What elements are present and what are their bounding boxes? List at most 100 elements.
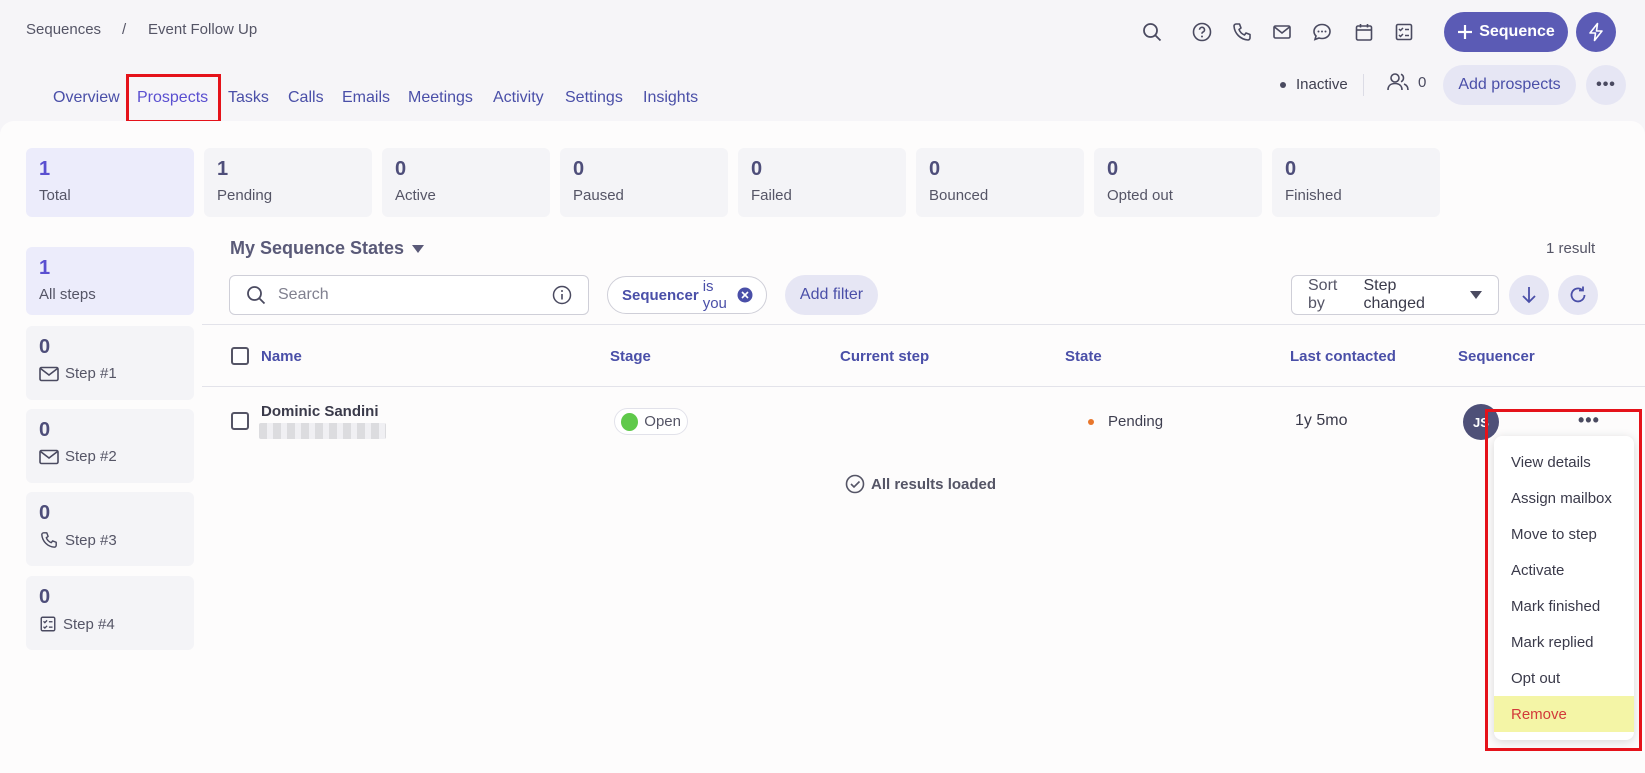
sequence-status[interactable]: Inactive [1280,76,1348,93]
tab-meetings[interactable]: Meetings [408,89,473,107]
summary-card-value: 0 [1285,158,1297,180]
mail-icon [39,366,59,382]
summary-card-pending[interactable]: 1 Pending [204,148,372,217]
sort-value: Step changed [1363,277,1425,312]
more-options-button[interactable]: ••• [1586,65,1626,105]
step-card-4[interactable]: 0 Step #4 [26,576,194,650]
last-contacted-cell: 1y 5mo [1295,412,1348,429]
highlight-box-prospects-tab [126,74,221,123]
checklist-icon[interactable] [1392,20,1416,44]
breadcrumb-root[interactable]: Sequences [26,21,101,38]
table-header-border [202,386,1645,387]
step-card-label: Step #2 [39,448,181,465]
sort-direction-button[interactable] [1509,275,1549,315]
tab-activity[interactable]: Activity [493,89,544,107]
owners-count-value: 0 [1418,73,1427,91]
new-sequence-label: Sequence [1479,23,1555,40]
summary-card-label: Paused [573,187,624,204]
summary-card-label: Bounced [929,187,989,204]
status-label: Inactive [1296,76,1348,93]
select-all-checkbox[interactable] [231,347,249,365]
breadcrumb-current: Event Follow Up [148,21,258,38]
sort-prefix: Sort by [1308,277,1338,312]
column-header-last-contacted[interactable]: Last contacted [1290,348,1396,365]
summary-card-value: 1 [217,158,229,180]
summary-card-opted-out[interactable]: 0 Opted out [1094,148,1262,217]
step-card-value: 0 [39,336,51,358]
prospect-email-redacted [259,423,386,439]
people-icon [1386,72,1410,92]
mail-icon[interactable] [1270,20,1294,44]
step-card-value: 0 [39,502,51,524]
info-icon[interactable] [552,285,572,305]
owners-count[interactable]: 0 [1386,72,1426,92]
summary-card-label: Total [39,187,71,204]
summary-card-total[interactable]: 1 Total [26,148,194,217]
search-icon [246,285,266,305]
step-card-label: Step #1 [39,365,181,382]
status-dot [1280,81,1286,88]
summary-card-value: 0 [395,158,407,180]
refresh-button[interactable] [1558,275,1598,315]
sort-select[interactable]: Sort by Step changed [1291,275,1499,315]
view-selector[interactable]: My Sequence States [230,238,425,259]
filter-chip-key: Sequencer [622,286,699,304]
search-icon[interactable] [1140,20,1164,44]
filter-chip-value: is you [702,278,727,312]
column-header-stage[interactable]: Stage [610,348,651,365]
step-card-all[interactable]: 1 All steps [26,247,194,315]
help-icon[interactable] [1190,20,1214,44]
summary-card-label: Active [395,187,436,204]
summary-card-bounced[interactable]: 0 Bounced [916,148,1084,217]
summary-card-value: 1 [39,158,51,180]
search-box[interactable] [229,275,589,315]
column-header-name[interactable]: Name [261,348,302,365]
tab-emails[interactable]: Emails [342,89,390,107]
step-card-value: 0 [39,586,51,608]
add-prospects-button[interactable]: Add prospects [1443,65,1576,105]
column-header-current-step[interactable]: Current step [840,348,929,365]
check-circle-icon [845,474,865,494]
summary-card-failed[interactable]: 0 Failed [738,148,906,217]
summary-card-label: Failed [751,187,792,204]
step-card-3[interactable]: 0 Step #3 [26,492,194,566]
bolt-button[interactable] [1576,12,1616,52]
state-dot [1088,418,1094,425]
step-card-value: 0 [39,419,51,441]
summary-card-value: 0 [751,158,763,180]
summary-card-finished[interactable]: 0 Finished [1272,148,1440,217]
summary-card-active[interactable]: 0 Active [382,148,550,217]
step-card-label: Step #4 [39,615,181,633]
tab-overview[interactable]: Overview [53,89,120,107]
new-sequence-button[interactable]: Sequence [1444,12,1568,52]
tab-calls[interactable]: Calls [288,89,324,107]
stage-label: Open [644,413,681,430]
search-input[interactable] [278,286,540,304]
add-filter-button[interactable]: Add filter [785,275,878,315]
calendar-icon[interactable] [1352,20,1376,44]
chat-icon[interactable] [1310,20,1334,44]
breadcrumb-separator: / [122,21,127,38]
column-header-sequencer[interactable]: Sequencer [1458,348,1535,365]
step-card-2[interactable]: 0 Step #2 [26,409,194,483]
view-title: My Sequence States [230,238,405,258]
all-results-loaded-label: All results loaded [871,475,997,493]
summary-card-label: Finished [1285,187,1342,204]
phone-icon[interactable] [1230,20,1254,44]
tab-tasks[interactable]: Tasks [228,89,269,107]
step-card-1[interactable]: 0 Step #1 [26,326,194,400]
column-header-state[interactable]: State [1065,348,1102,365]
summary-card-paused[interactable]: 0 Paused [560,148,728,217]
result-count: 1 result [1546,240,1596,257]
prospect-name[interactable]: Dominic Sandini [261,403,379,420]
plus-icon [1457,24,1473,40]
step-card-label: All steps [39,286,96,303]
tab-settings[interactable]: Settings [565,89,623,107]
main-panel [0,121,1645,773]
row-checkbox[interactable] [231,412,249,430]
caret-down-icon [412,244,425,253]
filter-chip-sequencer[interactable]: Sequencer is you [607,276,767,314]
tab-insights[interactable]: Insights [643,89,698,107]
summary-card-label: Pending [217,187,273,204]
close-icon[interactable] [737,287,753,303]
